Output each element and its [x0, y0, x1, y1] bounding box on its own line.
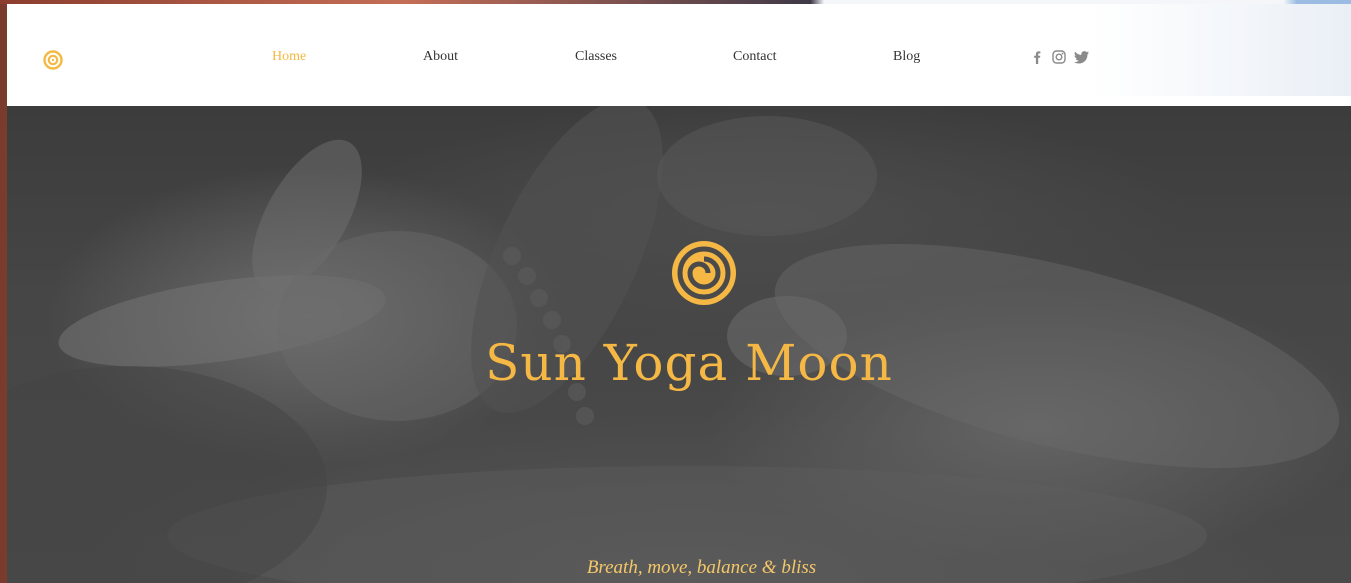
- site-header: Home About Classes Contact Blog: [7, 4, 1351, 106]
- nav-home[interactable]: Home: [272, 49, 306, 65]
- twitter-icon[interactable]: [1074, 49, 1090, 65]
- instagram-icon[interactable]: [1051, 49, 1067, 65]
- header-background-fade: [1091, 4, 1351, 96]
- hero-section: Sun Yoga Moon Breath, move, balance & bl…: [7, 106, 1351, 583]
- hero-tagline: Breath, move, balance & bliss: [586, 557, 817, 578]
- nav-classes[interactable]: Classes: [575, 49, 617, 65]
- hero-title: Sun Yoga Moon: [485, 334, 893, 392]
- nav-blog[interactable]: Blog: [893, 49, 920, 65]
- nav-contact[interactable]: Contact: [733, 49, 777, 65]
- page: Home About Classes Contact Blog Sun Yoga…: [0, 0, 1351, 583]
- facebook-icon[interactable]: [1029, 49, 1045, 65]
- site-logo-icon[interactable]: [31, 42, 67, 78]
- nav-about[interactable]: About: [423, 49, 458, 65]
- sun-moon-spiral-icon: [634, 221, 744, 331]
